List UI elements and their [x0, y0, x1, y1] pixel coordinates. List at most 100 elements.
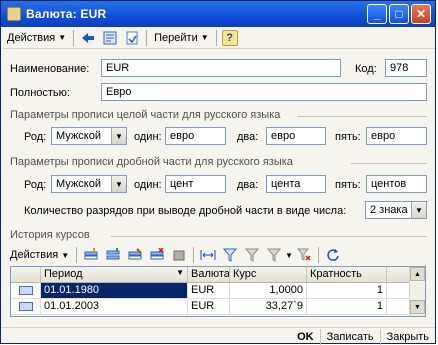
integer-section-title: Параметры прописи целой части для русско… — [10, 109, 281, 121]
column-header-period[interactable]: Период ▼ — [41, 267, 188, 282]
record-icon — [18, 286, 33, 295]
actions-menu-label: Действия — [7, 31, 56, 44]
cell-currency[interactable]: EUR — [188, 299, 230, 314]
scroll-track[interactable] — [410, 281, 425, 300]
cell-rate[interactable]: 33,27`9 — [230, 299, 307, 314]
chevron-down-icon: ▼ — [58, 33, 67, 42]
code-label: Код: — [355, 63, 377, 75]
document-link-icon[interactable] — [123, 29, 141, 47]
full-name-field[interactable]: Евро — [101, 83, 427, 101]
window-icon — [7, 7, 21, 21]
chevron-down-icon[interactable]: ▼ — [111, 128, 126, 144]
sort-arrow-icon: ▼ — [176, 268, 184, 277]
toolbar-divider — [76, 247, 78, 263]
goto-menu[interactable]: Перейти ▼ — [150, 28, 213, 48]
rates-table[interactable]: Период ▼ Валюта Курс Кратность 01.01.198… — [10, 266, 426, 317]
edit-row-icon[interactable] — [126, 246, 144, 264]
record-icon — [18, 302, 33, 311]
integer-five-field[interactable]: евро — [366, 127, 427, 145]
help-label: ? — [226, 31, 233, 44]
integer-one-field[interactable]: евро — [165, 127, 226, 145]
currency-window: Валюта: EUR _ □ ✕ Действия ▼ Перейти ▼ ? — [0, 0, 436, 345]
fraction-gender-select[interactable]: Мужской ▼ — [51, 175, 127, 193]
integer-one-label: один: — [134, 131, 162, 143]
clear-filter-icon[interactable] — [295, 246, 313, 264]
integer-five-label: пять: — [335, 131, 361, 143]
window-controls: _ □ ✕ — [367, 4, 431, 24]
navigate-back-icon[interactable] — [79, 29, 97, 47]
name-field[interactable]: EUR — [101, 59, 341, 77]
column-header-label: Период — [44, 268, 83, 280]
cell-currency[interactable]: EUR — [188, 283, 230, 298]
filter-icon[interactable] — [221, 246, 239, 264]
history-toolbar: Действия ▼ ▼ — [10, 246, 430, 264]
code-field[interactable]: 978 — [385, 59, 427, 77]
fraction-digits-label: Количество разрядов при выводе дробной ч… — [24, 205, 347, 217]
toolbar-divider — [146, 29, 148, 46]
column-header-icon — [11, 267, 41, 282]
delete-row-icon[interactable] — [148, 246, 166, 264]
fraction-gender-value: Мужской — [56, 178, 101, 190]
save-button[interactable]: Записать — [319, 328, 380, 345]
filter-list-icon[interactable] — [265, 246, 283, 264]
add-row-icon[interactable] — [82, 246, 100, 264]
scroll-down-icon[interactable]: ▼ — [410, 300, 425, 314]
cell-period[interactable]: 01.01.1980 — [41, 283, 188, 298]
fraction-section-title: Параметры прописи дробной части для русс… — [10, 156, 293, 168]
close-form-button[interactable]: Закрыть — [379, 328, 435, 345]
fraction-digits-select[interactable]: 2 знака ▼ — [365, 201, 427, 219]
fraction-two-field[interactable]: цента — [266, 175, 326, 193]
interval-icon[interactable] — [199, 246, 217, 264]
column-header-multiplicity[interactable]: Кратность — [307, 267, 387, 282]
history-actions-menu[interactable]: Действия ▼ — [10, 245, 73, 265]
integer-gender-select[interactable]: Мужской ▼ — [51, 127, 127, 145]
row-icon-cell — [11, 299, 41, 314]
mark-row-icon[interactable] — [170, 246, 188, 264]
chevron-down-icon: ▼ — [61, 250, 70, 260]
vertical-scrollbar[interactable]: ▲ ▼ — [409, 267, 425, 316]
row-icon-cell — [11, 283, 41, 298]
section-divider — [111, 236, 427, 237]
title-bar[interactable]: Валюта: EUR _ □ ✕ — [1, 1, 435, 27]
ok-button[interactable]: OK — [291, 329, 320, 345]
full-name-label: Полностью: — [10, 87, 70, 99]
goto-menu-label: Перейти — [154, 31, 198, 44]
toolbar-divider — [215, 29, 217, 46]
chevron-down-icon[interactable]: ▼ — [285, 251, 293, 260]
footer-buttons: OK Записать Закрыть — [1, 327, 435, 345]
integer-two-field[interactable]: евро — [266, 127, 326, 145]
toolbar-divider — [318, 247, 320, 263]
history-actions-label: Действия — [10, 249, 59, 261]
toolbar-divider — [73, 29, 75, 46]
table-row[interactable]: 01.01.2003 EUR 33,27`9 1 — [11, 299, 425, 315]
cell-rate[interactable]: 1,0000 — [230, 283, 307, 298]
minimize-button[interactable]: _ — [367, 4, 387, 24]
chevron-down-icon[interactable]: ▼ — [111, 176, 126, 192]
structure-icon[interactable] — [101, 29, 119, 47]
fraction-one-field[interactable]: цент — [165, 175, 226, 193]
section-divider — [351, 163, 427, 164]
actions-menu[interactable]: Действия ▼ — [3, 28, 70, 48]
help-icon[interactable]: ? — [221, 29, 238, 46]
column-header-currency[interactable]: Валюта — [188, 267, 230, 282]
table-row[interactable]: 01.01.1980 EUR 1,0000 1 — [11, 283, 425, 299]
chevron-down-icon[interactable]: ▼ — [411, 202, 426, 218]
cell-multiplicity[interactable]: 1 — [307, 299, 387, 314]
main-toolbar: Действия ▼ Перейти ▼ ? — [3, 27, 435, 49]
fraction-digits-value: 2 знака — [370, 204, 408, 216]
cell-multiplicity[interactable]: 1 — [307, 283, 387, 298]
refresh-icon[interactable] — [324, 246, 342, 264]
integer-gender-label: Род: — [24, 131, 47, 143]
column-header-rate[interactable]: Курс — [230, 267, 307, 282]
cell-period[interactable]: 01.01.2003 — [41, 299, 188, 314]
fraction-five-field[interactable]: центов — [366, 175, 427, 193]
name-label: Наименование: — [10, 63, 90, 75]
fraction-five-label: пять: — [335, 179, 361, 191]
fraction-gender-label: Род: — [24, 179, 47, 191]
integer-gender-value: Мужской — [56, 130, 101, 142]
maximize-button[interactable]: □ — [389, 4, 409, 24]
filter-value-icon[interactable] — [243, 246, 261, 264]
copy-row-icon[interactable] — [104, 246, 122, 264]
scroll-up-icon[interactable]: ▲ — [410, 267, 425, 281]
close-button[interactable]: ✕ — [411, 4, 431, 24]
